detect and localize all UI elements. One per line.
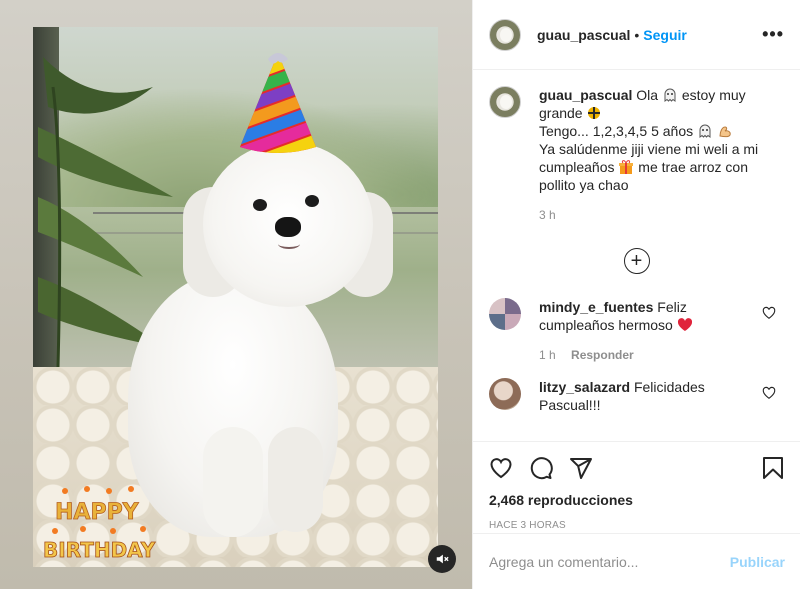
caption-body: guau_pascual Ola estoy muy grande Tengo.… [539, 86, 784, 224]
instagram-post: HAPPY BIRTHDAY guau_pascual • Seguir ••• [0, 0, 800, 589]
comment-meta: 1 h Responder [539, 346, 757, 364]
comment-item: litzy_salazard Felicidades Pascual!!! [489, 378, 784, 414]
mute-icon [436, 554, 449, 564]
reply-button[interactable]: Responder [571, 348, 634, 362]
commenter-username[interactable]: mindy_e_fuentes [539, 299, 653, 315]
save-button[interactable] [744, 448, 784, 488]
author-username[interactable]: guau_pascual [537, 27, 630, 43]
follow-button[interactable]: Seguir [643, 27, 687, 43]
post-timestamp[interactable]: HACE 3 HORAS [489, 520, 784, 531]
commenter-username[interactable]: litzy_salazard [539, 379, 630, 395]
heart-icon [490, 458, 512, 479]
flexed-biceps-emoji-icon [719, 126, 731, 138]
post-header: guau_pascual • Seguir ••• [473, 0, 800, 70]
post-caption: guau_pascual Ola estoy muy grande Tengo.… [489, 86, 784, 224]
ghost-emoji-icon [664, 88, 676, 102]
separator-dot: • [634, 26, 640, 43]
load-more-comments: + [489, 248, 784, 274]
more-options-button[interactable]: ••• [762, 24, 784, 45]
caption-text: Tengo... 1,2,3,4,5 5 años [539, 123, 694, 139]
comments-section: guau_pascual Ola estoy muy grande Tengo.… [473, 70, 800, 441]
action-bar [489, 448, 784, 488]
dog-eye [253, 199, 267, 211]
post-sidebar: guau_pascual • Seguir ••• guau_pascual O… [472, 0, 800, 589]
svg-text:HAPPY: HAPPY [55, 500, 140, 525]
gift-emoji-icon [619, 160, 634, 174]
add-comment-bar: Publicar [473, 533, 800, 589]
mute-button[interactable] [428, 545, 456, 573]
dog-leg [268, 427, 323, 532]
publish-button[interactable]: Publicar [730, 554, 785, 570]
share-button[interactable] [569, 448, 609, 488]
views-count[interactable]: 2,468 reproducciones [489, 492, 784, 508]
comment-body: mindy_e_fuentes Feliz cumpleaños hermoso… [539, 298, 757, 364]
heart-icon[interactable] [762, 386, 776, 400]
red-heart-emoji-icon [677, 318, 692, 331]
media-pane: HAPPY BIRTHDAY [0, 0, 472, 589]
caption-text: Ola [636, 87, 659, 103]
happy-birthday-sticker: HAPPY BIRTHDAY [43, 486, 156, 562]
emoji-icon [588, 107, 601, 119]
comment-item: mindy_e_fuentes Feliz cumpleaños hermoso… [489, 298, 784, 364]
comment-button[interactable] [529, 448, 569, 488]
dog-eye [305, 195, 319, 207]
comment-timestamp[interactable]: 1 h [539, 348, 556, 362]
party-hat-sticker [240, 53, 316, 153]
dog-nose [275, 217, 301, 237]
post-video[interactable]: HAPPY BIRTHDAY [33, 27, 438, 567]
comment-input[interactable] [489, 553, 730, 570]
commenter-avatar[interactable] [489, 378, 521, 410]
svg-text:BIRTHDAY: BIRTHDAY [43, 538, 156, 562]
heart-icon[interactable] [762, 306, 776, 320]
add-circle-icon[interactable]: + [623, 248, 650, 274]
dog-mouth [278, 239, 300, 249]
author-avatar[interactable] [489, 86, 521, 118]
commenter-avatar[interactable] [489, 298, 521, 330]
like-button[interactable] [489, 448, 529, 488]
ghost-emoji-icon [699, 124, 711, 138]
comment-icon [530, 457, 553, 480]
caption-timestamp[interactable]: 3 h [539, 206, 784, 224]
share-icon [570, 458, 592, 479]
dog-leg [203, 427, 263, 537]
comment-body: litzy_salazard Felicidades Pascual!!! [539, 378, 757, 414]
save-icon [763, 457, 783, 479]
author-avatar[interactable] [489, 18, 521, 51]
caption-username[interactable]: guau_pascual [539, 87, 632, 103]
